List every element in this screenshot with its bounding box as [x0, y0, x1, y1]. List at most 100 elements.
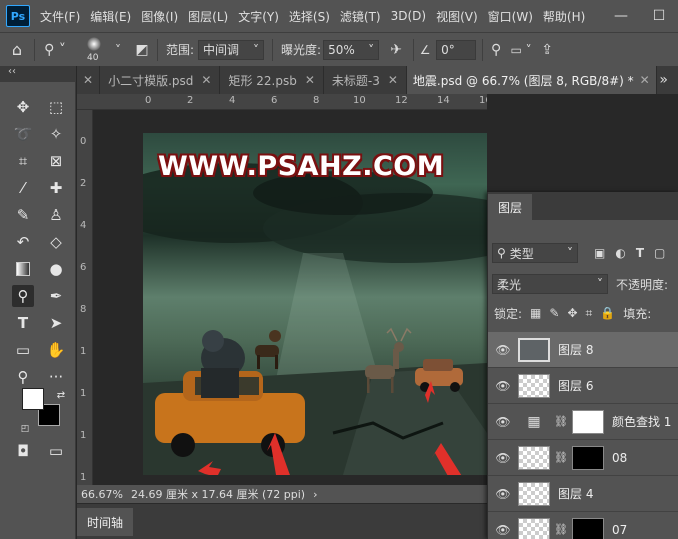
filter-pixel-icon[interactable]: ▣	[594, 246, 605, 260]
maximize-button[interactable]: ☐	[640, 8, 678, 24]
link-icon[interactable]: ⛓	[554, 451, 568, 464]
magic-wand-tool-icon[interactable]: ✧	[45, 123, 67, 145]
menu-filter[interactable]: 滤镜(T)	[340, 8, 381, 25]
menu-select[interactable]: 选择(S)	[289, 8, 330, 25]
lock-artboard-icon[interactable]: ⌗	[586, 306, 593, 321]
dodge-tool-icon[interactable]: ⚲	[12, 285, 34, 307]
layer-row[interactable]: 👁 图层 6	[488, 368, 678, 404]
visibility-eye-icon[interactable]: 👁	[488, 415, 518, 429]
close-icon[interactable]: ✕	[305, 73, 315, 87]
filter-shape-icon[interactable]: ▢	[654, 246, 665, 260]
range-select[interactable]: 中间调 ˅	[198, 39, 265, 60]
home-icon[interactable]: ⌂	[0, 40, 34, 59]
search-icon[interactable]: ⚲	[483, 42, 509, 58]
collapse-toolbar-icon[interactable]: ‹‹	[8, 66, 16, 77]
canvas-area[interactable]: WWW.PSAHZ.COM	[93, 110, 487, 485]
tabs-overflow-icon[interactable]: »	[659, 66, 668, 94]
pen-tool-icon[interactable]: ✒	[45, 285, 67, 307]
screen-mode-icon[interactable]: ▭	[45, 440, 67, 462]
ruler-horizontal[interactable]: 0 2 4 6 8 10 12 14 16	[77, 94, 487, 110]
marquee-tool-icon[interactable]: ⬚	[45, 96, 67, 118]
minimize-button[interactable]: —	[602, 8, 640, 24]
menu-edit[interactable]: 编辑(E)	[90, 8, 131, 25]
lock-position-icon[interactable]: ✥	[567, 306, 577, 320]
lock-transparent-icon[interactable]: ▦	[530, 306, 541, 320]
share-icon[interactable]: ⇪	[533, 42, 561, 58]
path-selection-tool-icon[interactable]: ➤	[45, 312, 67, 334]
layer-filter-select[interactable]: ⚲ 类型 ˅	[492, 243, 578, 263]
layer-row[interactable]: 👁 图层 4	[488, 476, 678, 512]
photoshop-logo[interactable]: Ps	[6, 5, 30, 27]
close-icon[interactable]: ✕	[388, 73, 398, 87]
filter-type-icon[interactable]: T	[636, 246, 644, 260]
swap-colors-icon[interactable]: ⇄	[50, 384, 72, 406]
gradient-tool-icon[interactable]	[12, 258, 34, 280]
menu-layer[interactable]: 图层(L)	[188, 8, 228, 25]
visibility-eye-icon[interactable]: 👁	[488, 379, 518, 393]
workspace-icon[interactable]: ▭ ˅	[509, 43, 533, 57]
brush-dropdown-icon[interactable]: ˅	[115, 43, 127, 57]
tab-partial[interactable]: ✕	[77, 66, 101, 94]
close-icon[interactable]: ✕	[640, 73, 650, 87]
frame-tool-icon[interactable]: ⊠	[45, 150, 67, 172]
eraser-tool-icon[interactable]: ◇	[45, 231, 67, 253]
dodge-tool-preset-icon[interactable]: ⚲ ˅	[35, 42, 75, 58]
brush-settings-icon[interactable]: ◩	[127, 42, 157, 58]
visibility-eye-icon[interactable]: 👁	[488, 343, 518, 357]
exposure-input[interactable]: 50% ˅	[323, 39, 380, 60]
timeline-label: 时间轴	[86, 515, 123, 530]
history-brush-tool-icon[interactable]: ↶	[12, 231, 34, 253]
crop-tool-icon[interactable]: ⌗	[12, 150, 34, 172]
angle-input[interactable]: 0°	[436, 39, 477, 60]
eyedropper-tool-icon[interactable]: ⁄	[12, 177, 34, 199]
close-icon[interactable]: ✕	[83, 73, 93, 87]
tab-rectangle[interactable]: 矩形 22.psb ✕	[220, 66, 324, 94]
hand-tool-icon[interactable]: ✋	[45, 339, 67, 361]
tab-untitled[interactable]: 未标题-3 ✕	[324, 66, 407, 94]
tab-timeline[interactable]: 时间轴	[77, 508, 133, 536]
link-icon[interactable]: ⛓	[554, 523, 568, 536]
tab-template[interactable]: 小二寸模版.psd ✕	[100, 66, 221, 94]
menu-window[interactable]: 窗口(W)	[488, 8, 533, 25]
document-canvas[interactable]: WWW.PSAHZ.COM	[143, 133, 487, 475]
lasso-tool-icon[interactable]: ➰	[12, 123, 34, 145]
brush-tool-icon[interactable]: ✎	[12, 204, 34, 226]
tab-active-document[interactable]: 地震.psd @ 66.7% (图层 8, RGB/8#) * ✕	[406, 66, 657, 94]
brush-preset-picker[interactable]: 40	[75, 35, 115, 65]
visibility-eye-icon[interactable]: 👁	[488, 487, 518, 501]
menu-help[interactable]: 帮助(H)	[543, 8, 585, 25]
quick-mask-icon[interactable]: ◘	[12, 440, 34, 462]
airbrush-icon[interactable]: ✈	[379, 42, 413, 58]
layer-row[interactable]: 👁 图层 8	[488, 332, 678, 368]
zoom-tool-icon[interactable]: ⚲	[12, 366, 34, 388]
healing-brush-tool-icon[interactable]: ✚	[45, 177, 67, 199]
zoom-level[interactable]: 66.67%	[81, 488, 129, 501]
menu-3d[interactable]: 3D(D)	[391, 9, 426, 23]
layer-row[interactable]: 👁 ▦ ⛓ 颜色查找 1	[488, 404, 678, 440]
type-tool-icon[interactable]: T	[12, 312, 34, 334]
foreground-color-swatch[interactable]	[22, 388, 44, 410]
tab-layers[interactable]: 图层	[488, 194, 533, 220]
move-tool-icon[interactable]: ✥	[12, 96, 34, 118]
menu-view[interactable]: 视图(V)	[436, 8, 478, 25]
link-icon[interactable]: ⛓	[554, 415, 568, 428]
lock-pixels-icon[interactable]: ✎	[549, 306, 559, 320]
menu-image[interactable]: 图像(I)	[141, 8, 178, 25]
rectangle-tool-icon[interactable]: ▭	[12, 339, 34, 361]
layer-row[interactable]: 👁 ⛓ 08	[488, 440, 678, 476]
menu-type[interactable]: 文字(Y)	[238, 8, 279, 25]
layer-row[interactable]: 👁 ⛓ 07	[488, 512, 678, 539]
stamp-tool-icon[interactable]: ♙	[45, 204, 67, 226]
blend-mode-select[interactable]: 柔光 ˅	[492, 274, 608, 294]
visibility-eye-icon[interactable]: 👁	[488, 451, 518, 465]
visibility-eye-icon[interactable]: 👁	[488, 523, 518, 537]
ruler-vertical[interactable]: 0 2 4 6 8 1 1 1 1	[77, 110, 93, 485]
blur-tool-icon[interactable]: ●	[45, 258, 67, 280]
menu-file[interactable]: 文件(F)	[40, 8, 80, 25]
close-icon[interactable]: ✕	[201, 73, 211, 87]
filter-adjustment-icon[interactable]: ◐	[615, 246, 625, 260]
default-colors-icon[interactable]: ◰	[14, 418, 36, 440]
lock-all-icon[interactable]: 🔒	[600, 306, 615, 320]
toolbar-header: ‹‹	[0, 66, 76, 82]
status-menu-icon[interactable]: ›	[313, 488, 317, 501]
